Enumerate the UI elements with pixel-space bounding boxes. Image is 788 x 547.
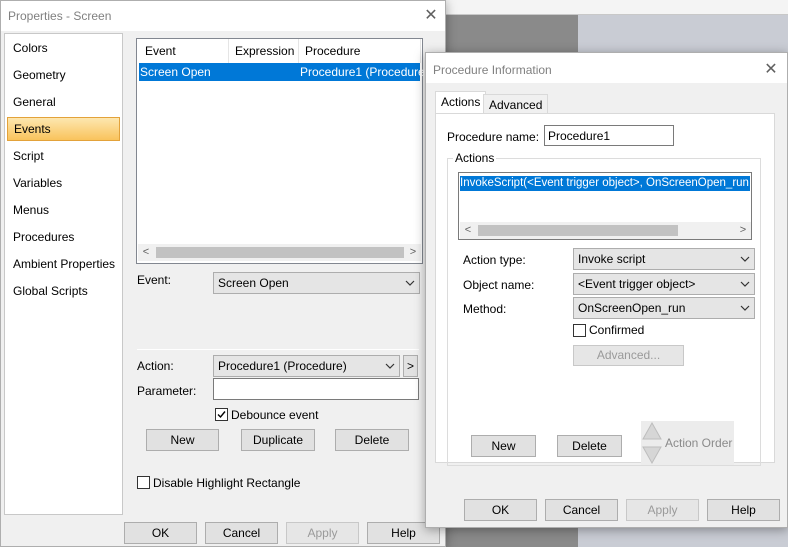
action-more-button[interactable]: > — [403, 355, 418, 377]
events-table-hscroll[interactable]: < > — [138, 244, 421, 261]
check-icon — [217, 411, 226, 419]
category-item-general[interactable]: General — [7, 90, 120, 114]
action-item-text: InvokeScript(<Event trigger object>, OnS… — [460, 177, 750, 189]
cancel-button[interactable]: Cancel — [205, 522, 278, 544]
category-item-events[interactable]: Events — [7, 117, 120, 141]
new-event-button[interactable]: New — [146, 429, 219, 451]
procedure-apply-button[interactable]: Apply — [626, 499, 699, 521]
divider — [137, 349, 419, 350]
tab-advanced[interactable]: Advanced — [483, 94, 549, 114]
procedure-close-icon[interactable]: ✕ — [762, 61, 780, 79]
parameter-input[interactable] — [213, 378, 419, 400]
ok-button[interactable]: OK — [124, 522, 197, 544]
delete-action-button[interactable]: Delete — [557, 435, 622, 457]
category-item-colors[interactable]: Colors — [7, 36, 120, 60]
action-type-label: Action type: — [463, 253, 526, 267]
disable-highlight-label[interactable]: Disable Highlight Rectangle — [153, 476, 300, 490]
apply-button[interactable]: Apply — [286, 522, 359, 544]
chevron-down-icon — [739, 274, 751, 294]
action-combobox-value: Procedure1 (Procedure) — [218, 359, 347, 373]
confirmed-label[interactable]: Confirmed — [589, 323, 644, 337]
chevron-down-icon — [739, 249, 751, 269]
category-item-global-scripts[interactable]: Global Scripts — [7, 279, 120, 303]
procedure-information-dialog: Procedure Information ✕ Actions Advanced… — [425, 52, 788, 528]
category-item-ambient-properties[interactable]: Ambient Properties — [7, 252, 120, 276]
event-combobox[interactable]: Screen Open — [213, 272, 420, 294]
table-row[interactable]: Screen Open Procedure1 (Procedure) — [139, 63, 429, 81]
object-name-combobox[interactable]: <Event trigger object> — [573, 273, 755, 295]
event-combobox-value: Screen Open — [218, 276, 289, 290]
category-item-menus[interactable]: Menus — [7, 198, 120, 222]
scroll-right-icon[interactable]: > — [735, 222, 751, 239]
row-procedure-cell: Procedure1 (Procedure) — [300, 65, 429, 79]
object-name-label: Object name: — [463, 278, 535, 292]
chevron-down-icon — [404, 273, 416, 293]
new-action-button[interactable]: New — [471, 435, 536, 457]
properties-titlebar: Properties - Screen ✕ — [1, 1, 445, 31]
properties-close-icon[interactable]: ✕ — [422, 7, 440, 25]
category-list: Colors Geometry General Events Script Va… — [4, 33, 123, 515]
scroll-right-icon[interactable]: > — [405, 244, 421, 261]
debounce-checkbox[interactable] — [215, 408, 228, 421]
method-combobox[interactable]: OnScreenOpen_run — [573, 297, 755, 319]
actions-list-hscroll[interactable]: < > — [460, 222, 751, 239]
debounce-label[interactable]: Debounce event — [231, 408, 318, 422]
category-item-script[interactable]: Script — [7, 144, 120, 168]
category-item-variables[interactable]: Variables — [7, 171, 120, 195]
confirmed-checkbox[interactable] — [573, 324, 586, 337]
actions-list[interactable]: InvokeScript(<Event trigger object>, OnS… — [458, 172, 752, 240]
action-combobox[interactable]: Procedure1 (Procedure) — [213, 355, 400, 377]
action-order-control[interactable]: Action Order — [641, 421, 734, 465]
action-type-combobox[interactable]: Invoke script — [573, 248, 755, 270]
scroll-left-icon[interactable]: < — [138, 244, 154, 261]
procedure-titlebar: Procedure Information ✕ — [426, 53, 787, 83]
actions-group-title: Actions — [453, 151, 497, 165]
row-event-cell: Screen Open — [140, 65, 211, 79]
duplicate-event-button[interactable]: Duplicate — [241, 429, 315, 451]
column-header-expression[interactable]: Expression — [229, 39, 299, 63]
arrow-down-icon[interactable] — [641, 443, 663, 465]
properties-dialog-title: Properties - Screen — [8, 9, 112, 23]
scroll-thumb[interactable] — [156, 247, 404, 258]
actions-tab-page: Procedure name: Procedure1 Actions Invok… — [435, 113, 775, 466]
category-item-procedures[interactable]: Procedures — [7, 225, 120, 249]
method-value: OnScreenOpen_run — [578, 301, 686, 315]
arrow-up-icon[interactable] — [641, 421, 663, 443]
tab-actions[interactable]: Actions — [435, 91, 487, 114]
chevron-down-icon — [384, 356, 396, 376]
event-label: Event: — [137, 273, 172, 287]
action-label: Action: — [137, 359, 174, 373]
properties-dialog: Properties - Screen ✕ Colors Geometry Ge… — [0, 0, 446, 547]
procedure-help-button[interactable]: Help — [707, 499, 780, 521]
action-type-value: Invoke script — [578, 252, 646, 266]
category-item-geometry[interactable]: Geometry — [7, 63, 120, 87]
delete-event-button[interactable]: Delete — [335, 429, 409, 451]
scroll-thumb[interactable] — [478, 225, 678, 236]
list-item[interactable]: InvokeScript(<Event trigger object>, OnS… — [460, 176, 750, 191]
chevron-down-icon — [739, 298, 751, 318]
advanced-button[interactable]: Advanced... — [573, 345, 684, 366]
background-toolbar — [445, 0, 788, 15]
method-label: Method: — [463, 302, 507, 316]
parameter-label: Parameter: — [137, 384, 197, 398]
disable-highlight-checkbox[interactable] — [137, 476, 150, 489]
procedure-cancel-button[interactable]: Cancel — [545, 499, 618, 521]
column-header-procedure[interactable]: Procedure — [299, 39, 421, 63]
procedure-name-label: Procedure name: — [447, 130, 540, 144]
procedure-ok-button[interactable]: OK — [464, 499, 537, 521]
column-header-event[interactable]: Event — [139, 39, 229, 63]
object-name-value: <Event trigger object> — [578, 277, 696, 291]
events-table[interactable]: Event Expression Procedure Screen Open P… — [136, 38, 429, 264]
scroll-left-icon[interactable]: < — [460, 222, 476, 239]
action-order-label: Action Order — [665, 436, 733, 450]
procedure-dialog-title: Procedure Information — [433, 63, 552, 77]
procedure-name-input[interactable]: Procedure1 — [544, 125, 674, 146]
